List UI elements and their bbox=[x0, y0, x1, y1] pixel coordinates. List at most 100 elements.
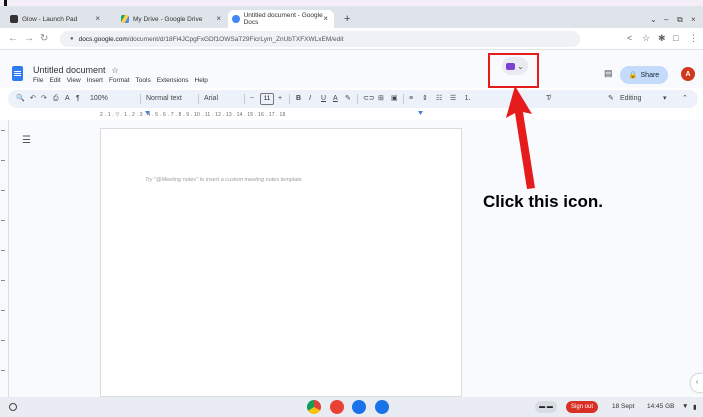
extensions-icon[interactable]: ✱ bbox=[658, 33, 666, 44]
tab-drive[interactable]: My Drive - Google Drive × bbox=[117, 10, 227, 28]
spellcheck-icon[interactable]: A bbox=[65, 94, 70, 104]
screenshot-frame: Glow - Launch Pad × My Drive - Google Dr… bbox=[0, 0, 703, 417]
menu-file[interactable]: File bbox=[33, 77, 43, 84]
bookmark-icon[interactable]: ☆ bbox=[642, 33, 650, 44]
avatar[interactable]: A bbox=[681, 67, 695, 81]
side-panel-toggle[interactable]: ‹ bbox=[691, 374, 703, 392]
close-tab-icon[interactable]: × bbox=[216, 14, 221, 23]
document-title[interactable]: Untitled document ☆ bbox=[33, 65, 119, 75]
red-arrow bbox=[506, 86, 535, 189]
files-icon[interactable] bbox=[375, 400, 389, 414]
menu-view[interactable]: View bbox=[67, 77, 81, 84]
menu-tools[interactable]: Tools bbox=[136, 77, 151, 84]
time-text[interactable]: 14:45 GB bbox=[647, 403, 674, 410]
divider bbox=[198, 94, 199, 104]
menu-insert[interactable]: Insert bbox=[87, 77, 103, 84]
chrome-icon[interactable] bbox=[307, 400, 321, 414]
title-text[interactable]: Untitled document bbox=[33, 65, 106, 75]
insert-image-icon[interactable]: ▣ bbox=[391, 94, 398, 104]
close-tab-icon[interactable]: × bbox=[95, 14, 100, 23]
docs-header: Untitled document ☆ File Edit View Insert… bbox=[0, 50, 703, 88]
document-page[interactable]: Try "@Meeting notes" to insert a custom … bbox=[100, 128, 462, 397]
comment-history-icon[interactable]: ▤ bbox=[604, 68, 613, 79]
text-color-icon[interactable]: A bbox=[333, 94, 338, 104]
date-text[interactable]: 18 Sept bbox=[612, 403, 634, 410]
formatting-toolbar: 🔍 ↶ ↷ ⎙ A ¶ 100% Normal text Arial − 11 … bbox=[8, 90, 698, 108]
restore-icon[interactable]: – bbox=[664, 15, 668, 24]
document-outline-icon[interactable]: ☰ bbox=[22, 135, 31, 146]
search-icon[interactable]: 🔍 bbox=[16, 94, 25, 104]
maximize-icon[interactable]: ⧉ bbox=[677, 15, 683, 25]
increase-font-icon[interactable]: + bbox=[278, 94, 282, 104]
horizontal-ruler[interactable]: 2 . 1 . ▽ . 1 . 2 . 3 . 4 . 5 . 6 . 7 . … bbox=[100, 110, 462, 120]
underline-icon[interactable]: U bbox=[321, 94, 326, 104]
input-method-indicator[interactable]: ▬ ▬ bbox=[535, 401, 557, 413]
menu-extensions[interactable]: Extensions bbox=[157, 77, 189, 84]
tab-search-icon[interactable]: □ bbox=[673, 33, 678, 43]
close-tab-icon[interactable]: × bbox=[323, 14, 328, 23]
lock-icon: 🔒 bbox=[628, 72, 638, 79]
highlight-icon[interactable]: ✎ bbox=[345, 94, 351, 104]
meet-icon[interactable] bbox=[352, 400, 366, 414]
reload-icon[interactable]: ↻ bbox=[40, 33, 48, 45]
vertical-ruler[interactable] bbox=[0, 120, 9, 397]
browser-menu-icon[interactable]: ⋮ bbox=[689, 33, 698, 44]
tab-glow[interactable]: Glow - Launch Pad × bbox=[6, 10, 106, 28]
share-label: Share bbox=[640, 71, 660, 79]
italic-icon[interactable]: I bbox=[309, 94, 311, 104]
divider bbox=[289, 94, 290, 104]
close-window-icon[interactable]: × bbox=[691, 15, 696, 24]
divider bbox=[140, 94, 141, 104]
checklist-icon[interactable]: ☷ bbox=[436, 94, 442, 104]
menu-edit[interactable]: Edit bbox=[49, 77, 60, 84]
redo-icon[interactable]: ↷ bbox=[41, 94, 47, 104]
font-size-input[interactable]: 11 bbox=[260, 93, 274, 105]
print-icon[interactable]: ⎙ bbox=[53, 94, 59, 104]
menu-bar: File Edit View Insert Format Tools Exten… bbox=[33, 77, 208, 84]
bulleted-list-icon[interactable]: ☰ bbox=[450, 94, 456, 104]
menu-help[interactable]: Help bbox=[195, 77, 208, 84]
zoom-select[interactable]: 100% bbox=[90, 94, 108, 104]
tab-title: My Drive - Google Drive bbox=[133, 15, 203, 23]
divider bbox=[357, 94, 358, 104]
battery-icon[interactable]: ▮ bbox=[693, 403, 697, 411]
back-icon[interactable]: ← bbox=[8, 33, 18, 45]
editing-mode-select[interactable]: Editing bbox=[620, 94, 641, 104]
link-icon[interactable]: ⊂⊃ bbox=[363, 94, 375, 104]
docs-tab-icon bbox=[232, 15, 240, 23]
line-spacing-icon[interactable]: ⇕ bbox=[422, 94, 428, 104]
decrease-font-icon[interactable]: − bbox=[250, 94, 254, 104]
photos-icon[interactable] bbox=[330, 400, 344, 414]
address-bar: ← → ↻ ● docs.google.com /document/d/18Fl… bbox=[0, 28, 703, 50]
collapse-menus-icon[interactable]: ⌃ bbox=[682, 94, 688, 104]
docs-home-icon[interactable] bbox=[12, 66, 23, 81]
menu-format[interactable]: Format bbox=[109, 77, 130, 84]
undo-icon[interactable]: ↶ bbox=[30, 94, 36, 104]
numbered-list-icon[interactable]: ⒈ bbox=[464, 94, 471, 104]
bold-icon[interactable]: B bbox=[296, 94, 301, 104]
forward-icon[interactable]: → bbox=[24, 33, 34, 45]
tab-docs[interactable]: Untitled document - Google Docs × bbox=[228, 10, 334, 28]
style-select[interactable]: Normal text bbox=[146, 94, 182, 104]
right-indent-marker[interactable] bbox=[418, 111, 423, 115]
star-icon[interactable]: ☆ bbox=[112, 66, 119, 75]
minimize-icon[interactable]: ⌄ bbox=[650, 15, 657, 24]
glow-icon bbox=[10, 15, 18, 23]
lock-icon: ● bbox=[70, 36, 74, 42]
url-input[interactable]: ● docs.google.com /document/d/18Fl4JCpgF… bbox=[60, 31, 580, 47]
share-button[interactable]: 🔒 Share bbox=[620, 66, 668, 84]
font-select[interactable]: Arial bbox=[204, 94, 218, 104]
paint-format-icon[interactable]: ¶ bbox=[76, 94, 80, 104]
new-tab-button[interactable]: + bbox=[344, 14, 350, 25]
instruction-text: Click this icon. bbox=[483, 192, 603, 211]
share-page-icon[interactable]: < bbox=[627, 33, 632, 43]
add-comment-icon[interactable]: ⊞ bbox=[378, 94, 384, 104]
align-icon[interactable]: ≡ bbox=[409, 94, 413, 104]
divider bbox=[244, 94, 245, 104]
launcher-icon[interactable] bbox=[9, 403, 17, 411]
edit-pencil-icon: ✎ bbox=[608, 95, 614, 102]
wifi-icon[interactable]: ▼ bbox=[682, 403, 688, 410]
url-host: docs.google.com bbox=[78, 35, 128, 43]
sign-out-button[interactable]: Sign out bbox=[566, 401, 598, 413]
chevron-down-icon[interactable]: ▾ bbox=[663, 94, 667, 104]
